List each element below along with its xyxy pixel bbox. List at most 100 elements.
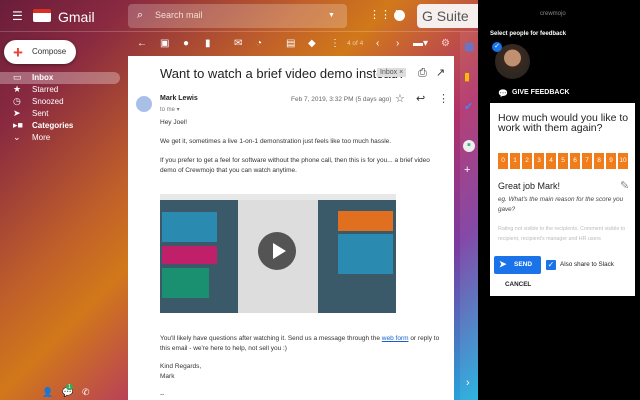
- email-date: Feb 7, 2019, 3:32 PM (5 days ago): [291, 96, 392, 103]
- rating-option-10[interactable]: 10: [618, 153, 628, 169]
- back-icon[interactable]: ←: [137, 39, 147, 49]
- rating-option-2[interactable]: 2: [522, 153, 532, 169]
- phone-icon[interactable]: ✆: [82, 388, 90, 397]
- nav-sent[interactable]: ➤ Sent: [0, 108, 120, 120]
- keep-icon[interactable]: ▮: [464, 72, 470, 83]
- give-feedback-heading: GIVE FEEDBACK: [512, 89, 570, 96]
- nav-snoozed[interactable]: ◷ Snoozed: [0, 96, 120, 108]
- nav-label: More: [32, 133, 51, 142]
- rating-option-1[interactable]: 1: [510, 153, 520, 169]
- share-slack-label: Also share to Slack: [560, 261, 614, 268]
- edit-pencil-icon[interactable]: ✎: [620, 181, 629, 192]
- snooze-icon[interactable]: ◔: [256, 39, 262, 49]
- email-view: Want to watch a brief video demo instead…: [128, 56, 454, 400]
- send-label: SEND: [514, 261, 533, 268]
- rating-option-9[interactable]: 9: [606, 153, 616, 169]
- label-icon: ▸■: [13, 120, 23, 130]
- search-options-icon[interactable]: ▼: [328, 12, 335, 19]
- inbox-label-badge[interactable]: Inbox ×: [377, 68, 407, 77]
- input-tools-icon[interactable]: ▬▾: [413, 39, 428, 49]
- compose-button[interactable]: + Compose: [4, 40, 76, 64]
- tile: [162, 246, 217, 264]
- print-icon[interactable]: ⎙: [418, 68, 427, 79]
- cancel-button[interactable]: CANCEL: [505, 281, 531, 288]
- signoff: Kind Regards,: [160, 363, 202, 370]
- open-new-window-icon[interactable]: ↗: [436, 68, 445, 79]
- nav-categories[interactable]: ▸■ Categories: [0, 120, 120, 132]
- send-icon: ➤: [499, 259, 507, 269]
- side-panel-strip: ▦ ▮ ✔ ▪ + ›: [460, 32, 478, 400]
- visibility-note: Rating not visible to the recipients. Co…: [498, 226, 626, 242]
- email-subject: Want to watch a brief video demo instead…: [160, 66, 406, 81]
- star-icon[interactable]: ☆: [395, 94, 405, 105]
- tasks-icon[interactable]: ✔: [464, 102, 473, 113]
- account-badge[interactable]: G Suite: [417, 4, 478, 28]
- more-icon[interactable]: ⋮: [330, 39, 340, 49]
- tile: [162, 212, 217, 242]
- clock-icon: ◷: [13, 96, 21, 106]
- add-addon-icon[interactable]: +: [464, 165, 470, 176]
- comment-input[interactable]: eg. What's the main reason for the score…: [498, 195, 628, 215]
- text: You'll likely have questions after watch…: [160, 335, 382, 342]
- tile: [338, 234, 393, 274]
- gsuite-label: G Suite: [422, 8, 469, 24]
- menu-icon[interactable]: ☰: [12, 10, 23, 22]
- share-slack-checkbox[interactable]: ✓: [546, 260, 556, 270]
- rating-option-5[interactable]: 5: [558, 153, 568, 169]
- crewmojo-addon-icon[interactable]: ▪: [463, 140, 475, 152]
- reply-icon[interactable]: ↩: [416, 94, 425, 105]
- report-spam-icon[interactable]: ●: [183, 39, 189, 49]
- more-options-icon[interactable]: ⋮: [438, 94, 449, 105]
- send-button[interactable]: ➤ SEND: [494, 256, 541, 274]
- crewmojo-panel: crewmojo Select people for feedback ✓ 💬 …: [478, 0, 640, 400]
- move-to-icon[interactable]: ▤: [286, 39, 295, 49]
- search-icon[interactable]: ⌕: [137, 10, 143, 21]
- tile: [338, 211, 393, 231]
- rating-option-8[interactable]: 8: [594, 153, 604, 169]
- sender-avatar: [136, 96, 152, 112]
- label-icon[interactable]: ◆: [308, 39, 316, 49]
- signature-separator: --: [160, 391, 165, 398]
- calendar-icon[interactable]: ▦: [464, 42, 474, 53]
- selected-check-icon: ✓: [492, 42, 502, 52]
- newer-icon[interactable]: ‹: [376, 39, 379, 49]
- older-icon[interactable]: ›: [396, 39, 399, 49]
- feedback-icon: 💬: [498, 89, 508, 98]
- recipient-dropdown[interactable]: to me ▾: [160, 106, 180, 113]
- tile: [162, 268, 209, 298]
- plus-icon: +: [13, 43, 23, 62]
- greeting: Hey Joel!: [160, 119, 188, 126]
- star-icon: ★: [13, 84, 22, 94]
- search-input[interactable]: ⌕ Search mail ▼: [128, 4, 347, 28]
- delete-icon[interactable]: ▮: [205, 39, 211, 49]
- rating-option-3[interactable]: 3: [534, 153, 544, 169]
- compose-label: Compose: [32, 47, 67, 56]
- crewmojo-logo: crewmojo: [540, 11, 566, 17]
- rating-option-4[interactable]: 4: [546, 153, 556, 169]
- rating-option-0[interactable]: 0: [498, 153, 508, 169]
- web-form-link[interactable]: web form: [382, 335, 409, 342]
- archive-icon[interactable]: ▣: [160, 39, 169, 49]
- contacts-icon[interactable]: 👤: [42, 388, 53, 397]
- select-people-label: Select people for feedback: [490, 31, 567, 37]
- settings-icon[interactable]: ⚙: [441, 39, 450, 49]
- chevron-down-icon: ⌄: [13, 132, 21, 142]
- feedback-question: How much would you like to work with the…: [498, 112, 629, 134]
- nav-label: Sent: [32, 109, 49, 118]
- rating-option-7[interactable]: 7: [582, 153, 592, 169]
- signature-name: Mark: [160, 373, 175, 380]
- search-placeholder: Search mail: [155, 10, 203, 20]
- play-button-icon[interactable]: [258, 232, 296, 270]
- app-name: Gmail: [58, 9, 95, 25]
- nav-inbox[interactable]: ▭ Inbox: [0, 72, 120, 84]
- paragraph: You'll likely have questions after watch…: [160, 334, 445, 354]
- mark-unread-icon[interactable]: ✉: [234, 39, 242, 49]
- nav-starred[interactable]: ★ Starred: [0, 84, 120, 96]
- video-thumbnail[interactable]: [160, 194, 396, 313]
- rating-option-6[interactable]: 6: [570, 153, 580, 169]
- chat-badge: 1: [66, 384, 73, 390]
- nav-more[interactable]: ⌄ More: [0, 132, 120, 144]
- notifications-icon[interactable]: [394, 10, 405, 21]
- nav-label: Categories: [32, 121, 74, 130]
- expand-icon[interactable]: ›: [466, 378, 470, 389]
